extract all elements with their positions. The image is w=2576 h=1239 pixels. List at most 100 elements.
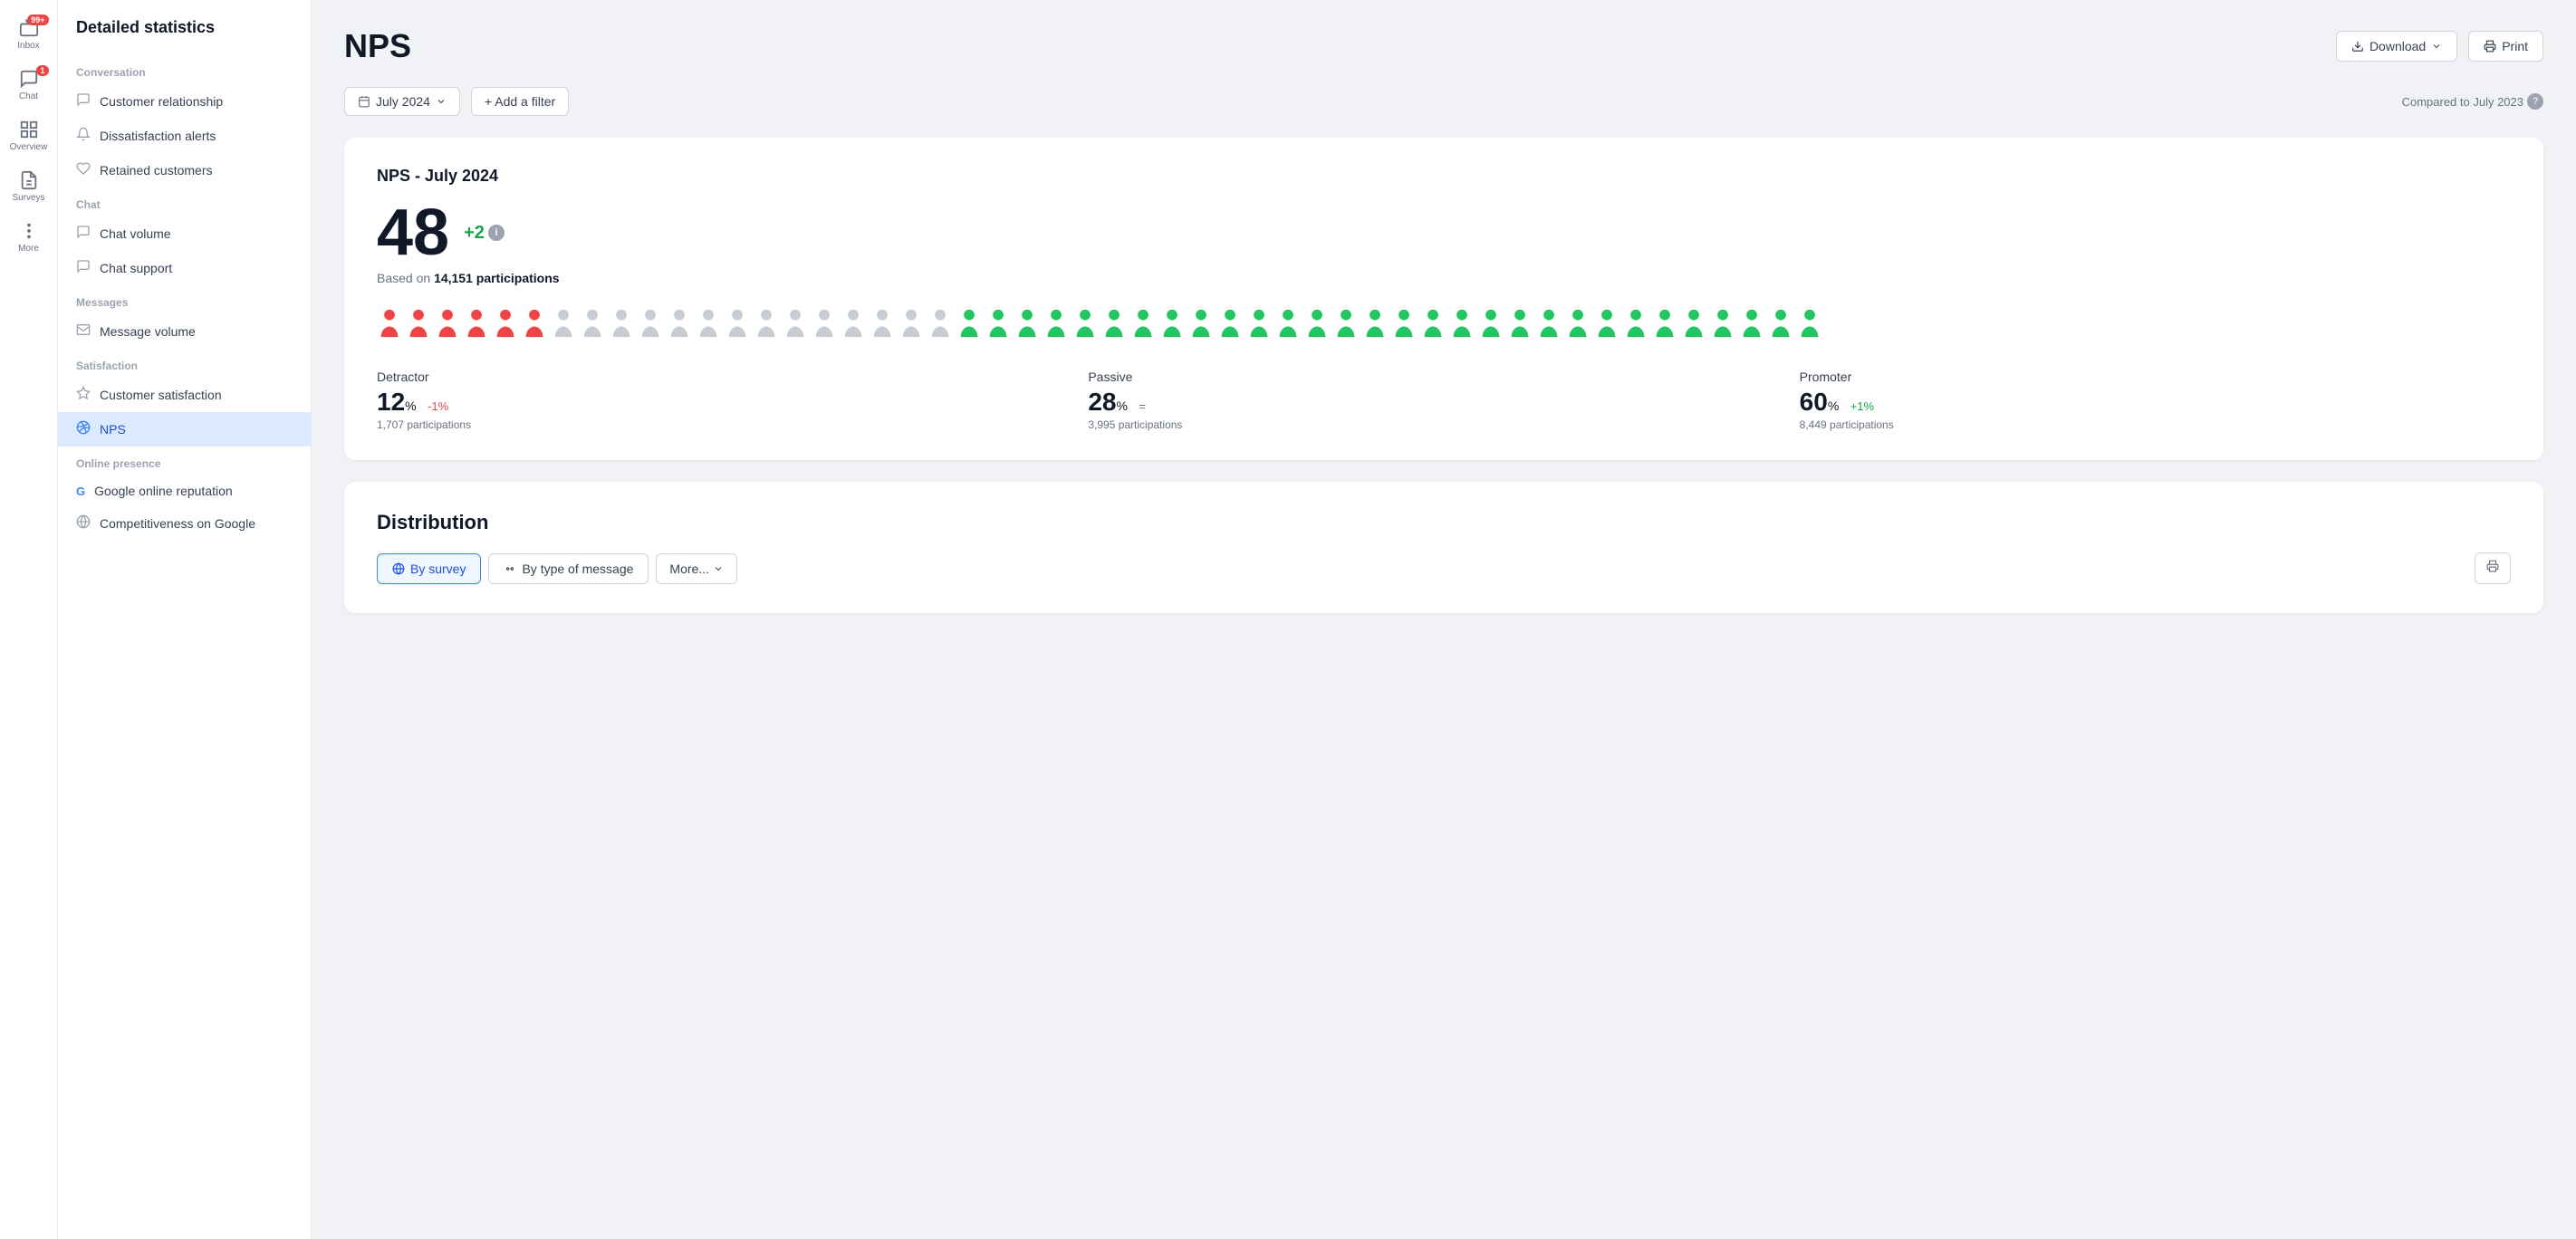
stats-row: Detractor 12% -1% 1,707 participations P… (377, 370, 2511, 431)
date-filter[interactable]: July 2024 (344, 87, 460, 116)
download-label: Download (2369, 39, 2426, 53)
person-icon (899, 307, 924, 340)
person-icon (406, 307, 431, 340)
retained-customers-label: Retained customers (100, 163, 213, 178)
promoter-pct: 60 (1800, 388, 1828, 416)
sidebar-item-google-online-reputation[interactable]: G Google online reputation (58, 475, 311, 506)
chat-icon (19, 69, 39, 89)
promoter-label: Promoter (1800, 370, 2511, 384)
customer-relationship-label: Customer relationship (100, 94, 223, 109)
person-icon (1362, 307, 1388, 340)
person-icon (1246, 307, 1272, 340)
message-volume-label: Message volume (100, 324, 196, 339)
sidebar-item-message-volume[interactable]: Message volume (58, 314, 311, 349)
person-passive (551, 307, 576, 344)
nps-change: +2 i (464, 223, 505, 244)
sidebar-item-dissatisfaction-alerts[interactable]: Dissatisfaction alerts (58, 119, 311, 153)
person-icon (1217, 307, 1243, 340)
person-icon (754, 307, 779, 340)
person-icon (1420, 307, 1446, 340)
person-icon (1391, 307, 1417, 340)
person-icon (638, 307, 663, 340)
person-promoter (1623, 307, 1648, 344)
competitiveness-label: Competitiveness on Google (100, 516, 255, 531)
header-actions: Download Print (2336, 31, 2543, 62)
section-conversation: Conversation (58, 55, 311, 84)
nps-participations: Based on 14,151 participations (377, 271, 2511, 285)
person-icon (1710, 307, 1735, 340)
person-promoter (1391, 307, 1417, 344)
person-icon (1014, 307, 1040, 340)
person-passive (812, 307, 837, 344)
more-button[interactable]: More... (656, 553, 737, 584)
nps-info-icon[interactable]: i (488, 225, 505, 241)
person-icon (696, 307, 721, 340)
main-header: NPS Download Print (344, 27, 2543, 65)
person-icon (609, 307, 634, 340)
person-icon (1594, 307, 1620, 340)
participations-value: 14,151 participations (434, 271, 560, 285)
person-icon (1768, 307, 1793, 340)
section-messages: Messages (58, 285, 311, 314)
sidebar-item-customer-satisfaction[interactable]: Customer satisfaction (58, 378, 311, 412)
promoter-participations: 8,449 participations (1800, 418, 2511, 431)
dissatisfaction-alerts-icon (76, 127, 91, 145)
sidebar-item-chat-support[interactable]: Chat support (58, 251, 311, 285)
sidebar-item-competitiveness-google[interactable]: Competitiveness on Google (58, 506, 311, 541)
compared-info-icon[interactable]: ? (2527, 93, 2543, 110)
person-icon (812, 307, 837, 340)
person-icon (464, 307, 489, 340)
add-filter-button[interactable]: + Add a filter (471, 87, 569, 116)
person-icon (1101, 307, 1127, 340)
person-passive (696, 307, 721, 344)
chat-volume-label: Chat volume (100, 226, 171, 241)
surveys-label: Surveys (12, 193, 44, 203)
person-icon (1275, 307, 1301, 340)
tab-by-type-of-message[interactable]: By type of message (488, 553, 649, 584)
sidebar-item-chat-volume[interactable]: Chat volume (58, 216, 311, 251)
sidebar-item-chat[interactable]: 1 Chat (5, 62, 53, 109)
sidebar-item-overview[interactable]: Overview (5, 112, 53, 159)
sidebar-item-surveys[interactable]: Surveys (5, 163, 53, 210)
person-icon (1536, 307, 1562, 340)
customer-satisfaction-icon (76, 386, 91, 404)
download-button[interactable]: Download (2336, 31, 2457, 62)
person-icon (1507, 307, 1533, 340)
person-detractor (464, 307, 489, 344)
person-promoter (1362, 307, 1388, 344)
person-passive (580, 307, 605, 344)
distribution-print-button[interactable] (2475, 552, 2511, 584)
person-detractor (406, 307, 431, 344)
compared-text: Compared to July 2023 ? (2402, 93, 2543, 110)
print-button[interactable]: Print (2468, 31, 2543, 62)
sidebar-item-more[interactable]: More (5, 214, 53, 261)
tab-by-survey[interactable]: By survey (377, 553, 481, 584)
sidebar-item-customer-relationship[interactable]: Customer relationship (58, 84, 311, 119)
person-promoter (1159, 307, 1185, 344)
distribution-print-icon (2486, 560, 2499, 572)
promoter-change: +1% (1850, 399, 1874, 413)
section-chat: Chat (58, 187, 311, 216)
distribution-tabs: By survey By type of message More... (377, 552, 2511, 584)
sidebar-item-nps[interactable]: NPS (58, 412, 311, 447)
person-passive (841, 307, 866, 344)
passive-stat: Passive 28% = 3,995 participations (1088, 370, 1799, 431)
promoter-pct-row: 60% +1% (1800, 388, 2511, 417)
person-promoter (1043, 307, 1069, 344)
chat-support-label: Chat support (100, 261, 172, 275)
person-icon (985, 307, 1011, 340)
sidebar-item-inbox[interactable]: 99+ Inbox (5, 11, 53, 58)
person-icon (493, 307, 518, 340)
customer-relationship-icon (76, 92, 91, 110)
person-promoter (1478, 307, 1504, 344)
person-promoter (1217, 307, 1243, 344)
add-filter-label: + Add a filter (485, 94, 555, 109)
more-label: More (18, 244, 39, 254)
person-icon (1130, 307, 1156, 340)
distribution-card: Distribution By survey By type of messag… (344, 482, 2543, 613)
person-icon (522, 307, 547, 340)
promoter-stat: Promoter 60% +1% 8,449 participations (1800, 370, 2511, 431)
sidebar-item-retained-customers[interactable]: Retained customers (58, 153, 311, 187)
person-promoter (1768, 307, 1793, 344)
print-label: Print (2502, 39, 2528, 53)
